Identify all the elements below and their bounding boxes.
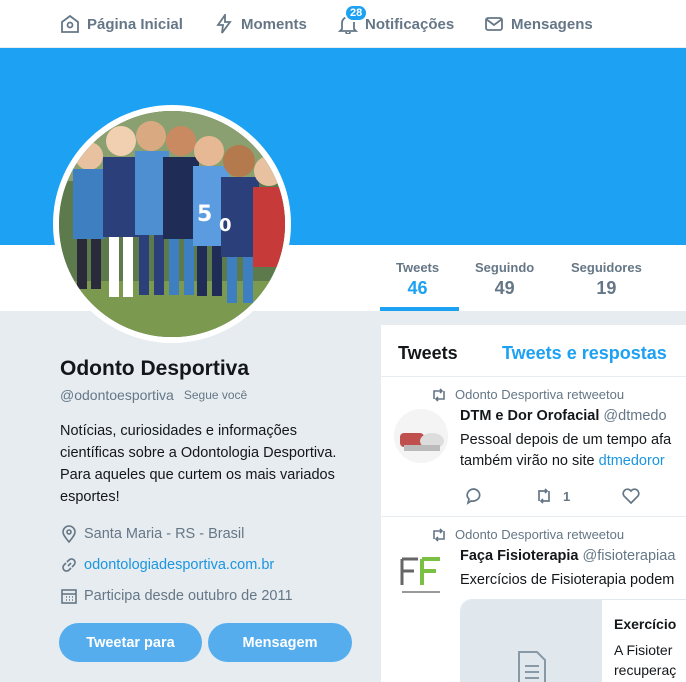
link-icon [62,558,76,572]
profile-avatar[interactable]: 5 0 [53,105,291,343]
retweet-note-text: Odonto Desportiva retweetou [455,387,625,402]
tweet-author-avatar[interactable] [394,409,448,463]
tweet-author-handle: @dtmedo [603,408,667,424]
reply-icon [466,488,481,505]
profile-website: odontologiadesportiva.com.br [60,556,274,574]
tweet-avatar-image [394,549,448,603]
tweet-author-handle: @fisioterapiaa [582,548,676,564]
tweet-author-name[interactable]: Faça Fisioterapia [460,548,578,564]
follows-you-badge: Segue você [183,388,248,402]
retweet-icon [433,387,445,402]
retweet-note: Odonto Desportiva retweetou [431,387,624,402]
tweet-actions: 1 [465,487,686,505]
reply-action[interactable] [465,487,483,505]
stat-value: 49 [494,278,515,298]
nav-notifications[interactable]: 28 Notificações [338,0,454,48]
document-icon [518,651,546,682]
tweet-text: Pessoal depois de um tempo afa também vi… [460,430,686,472]
notification-count-badge: 28 [344,4,369,22]
card-title: Exercício [614,616,677,632]
stat-label: Tweets [396,260,440,275]
like-action[interactable] [622,487,640,505]
nav-home[interactable]: Página Inicial [60,0,183,48]
tweet-author-avatar[interactable] [394,549,448,603]
tweet[interactable]: Odonto Desportiva retweetou DTM e Dor Or… [381,377,686,517]
heart-icon [622,488,640,505]
profile-bio: Notícias, curiosidades e informações cie… [60,423,337,505]
tweet-header: Faça Fisioterapia @fisioterapiaa [460,548,675,564]
calendar-icon [61,589,77,604]
envelope-icon [485,17,503,31]
tweet[interactable]: Odonto Desportiva retweetou Faça Fisiote… [381,517,686,682]
tweet-avatar-image [394,409,448,463]
retweet-note: Odonto Desportiva retweetou [431,527,624,542]
nav-messages[interactable]: Mensagens [484,0,593,48]
card-description-line: A Fisioter [614,642,673,658]
tweet-text-line: Exercícios de Fisioterapia podem [460,572,675,588]
card-description-line: recuperaç [614,662,677,678]
home-icon [61,14,79,33]
stat-value: 19 [596,278,617,298]
top-navigation: Página Inicial Moments 28 Notificações M… [0,0,686,48]
profile-handle: @odontoesportiva [60,387,174,403]
tweet-text-prefix: também virão no site [460,453,599,469]
nav-home-label: Página Inicial [87,15,183,33]
profile-name: Odonto Desportiva [60,357,250,380]
stat-following[interactable]: Seguindo 49 [475,260,534,299]
nav-messages-label: Mensagens [511,15,593,33]
message-button[interactable]: Mensagem [208,623,352,662]
link-preview-card[interactable]: Exercício A Fisioter recuperaç [460,599,686,682]
tab-tweets[interactable]: Tweets [398,343,458,364]
tweet-link[interactable]: dtmedoror [599,453,665,469]
svg-text:5: 5 [197,202,212,227]
tweet-text: Exercícios de Fisioterapia podem [460,570,686,591]
stat-label: Seguidores [571,260,642,275]
tweet-author-name[interactable]: DTM e Dor Orofacial [460,408,599,424]
profile-join-date: Participa desde outubro de 2011 [60,587,293,605]
retweet-note-text: Odonto Desportiva retweetou [455,527,625,542]
nav-moments[interactable]: Moments [214,0,307,48]
profile-handle-row: @odontoesportiva Segue você [60,387,247,403]
join-date-text: Participa desde outubro de 2011 [84,588,293,604]
location-pin-icon [62,525,76,543]
retweet-icon [538,488,550,504]
lightning-icon [216,14,232,34]
active-stat-underline [380,307,459,311]
card-description: A Fisioter recuperaç [614,640,676,680]
tweet-text-line: Pessoal depois de um tempo afa [460,432,672,448]
tweet-text-line: também virão no site dtmedoror [460,451,686,472]
timeline-tabs: Tweets Tweets e respostas [381,325,686,377]
stat-value: 46 [407,278,428,298]
location-text: Santa Maria - RS - Brasil [84,526,245,542]
stat-label: Seguindo [475,260,535,275]
nav-moments-label: Moments [241,15,307,33]
svg-text:0: 0 [219,215,232,236]
retweet-action[interactable]: 1 [535,487,570,505]
retweet-count: 1 [563,488,571,504]
avatar-photo: 5 0 [59,111,285,337]
tweet-header: DTM e Dor Orofacial @dtmedo [460,408,667,424]
profile-location: Santa Maria - RS - Brasil [60,525,244,543]
website-link[interactable]: odontologiadesportiva.com.br [84,557,274,573]
stat-tweets[interactable]: Tweets 46 [396,260,439,299]
card-image-placeholder [461,600,602,682]
retweet-icon [433,527,445,542]
timeline: Tweets Tweets e respostas Odonto Desport… [381,325,686,682]
stat-followers[interactable]: Seguidores 19 [571,260,642,299]
nav-notifications-label: Notificações [365,15,455,33]
tweet-to-button[interactable]: Tweetar para [59,623,202,662]
tab-tweets-and-replies[interactable]: Tweets e respostas [502,343,667,364]
